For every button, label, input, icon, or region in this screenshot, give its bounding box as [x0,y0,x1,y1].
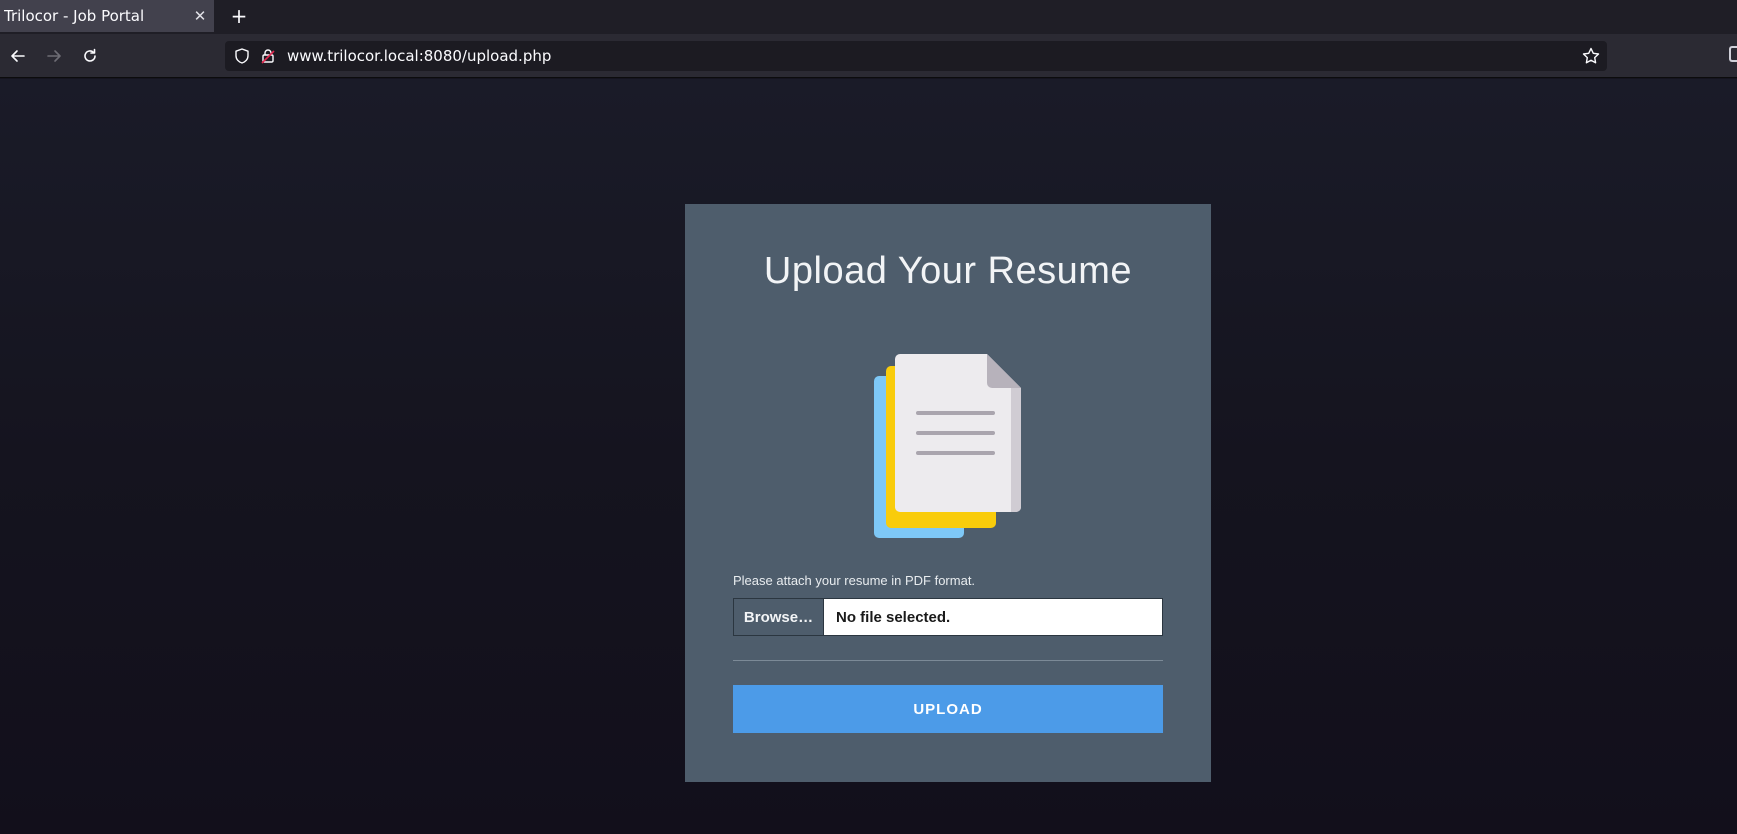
tab-title: Trilocor - Job Portal [4,7,145,25]
close-icon[interactable]: ✕ [186,7,214,25]
lock-icon[interactable] [259,47,277,65]
tab-bar: Trilocor - Job Portal ✕ + [0,0,1737,34]
address-bar[interactable]: www.trilocor.local:8080/upload.php [225,41,1607,71]
upload-card: Upload Your Resume Please attach your re… [685,204,1211,782]
url-text[interactable]: www.trilocor.local:8080/upload.php [287,47,551,65]
toolbar-overflow-icon[interactable] [1729,46,1737,62]
forward-arrow-icon[interactable] [40,42,68,70]
page-title: Upload Your Resume [763,250,1133,292]
divider [733,660,1163,661]
documents-icon [874,354,1021,538]
active-tab[interactable]: Trilocor - Job Portal ✕ [0,0,214,32]
page-content: Upload Your Resume Please attach your re… [0,79,1737,834]
file-status-text: No file selected. [836,608,951,626]
resume-file-input[interactable]: Browse… No file selected. [733,598,1163,636]
navigation-bar: www.trilocor.local:8080/upload.php [0,34,1737,78]
star-icon[interactable] [1581,46,1601,66]
upload-button[interactable]: UPLOAD [733,685,1163,733]
browse-button[interactable]: Browse… [734,599,824,635]
back-arrow-icon[interactable] [4,42,32,70]
resume-field-label: Please attach your resume in PDF format. [733,573,976,588]
reload-icon[interactable] [76,42,104,70]
plus-icon[interactable]: + [226,3,252,29]
shield-icon[interactable] [233,47,251,65]
